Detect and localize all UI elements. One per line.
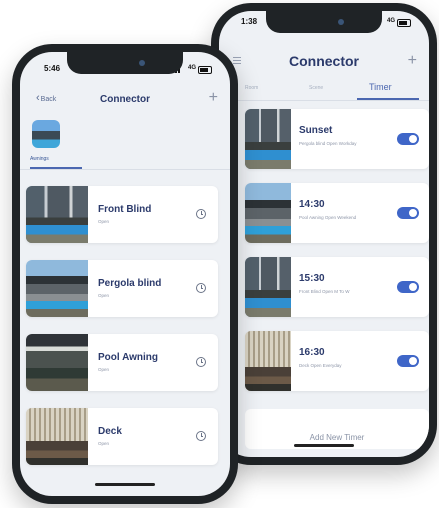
awnings-category-icon[interactable] [32,120,60,148]
timer-card[interactable]: Sunset Pergola blind Open Workday [245,109,429,169]
tab-room[interactable]: Room [245,85,258,91]
home-indicator[interactable] [294,444,354,447]
tab-scene[interactable]: Scene [309,85,323,91]
timer-toggle[interactable] [397,355,419,367]
network-label: 4G [386,18,395,24]
timer-card[interactable]: 14:30 Pool Awning Open Weekend [245,183,429,243]
timer-subtitle: Pool Awning Open Weekend [299,215,357,220]
clock-icon[interactable] [196,431,206,441]
status-time: 1:38 [241,17,258,26]
tab-bar: Room Scene Timer [219,81,429,101]
timer-thumbnail [245,331,291,391]
device-thumbnail [26,186,88,243]
timer-title: Sunset [299,125,333,136]
add-new-timer-button[interactable]: Add New Timer [245,409,429,449]
deck-floor [245,367,291,391]
tab-timer[interactable]: Timer [369,82,392,92]
device-status: Open [98,293,110,298]
timer-thumbnail [245,183,291,243]
device-name: Pergola blind [98,278,162,289]
device-thumbnail [26,260,88,317]
front-phone-screen: 5:46 4G ‹Back Connector + Awnings Front … [20,52,230,496]
device-name: Pool Awning [98,352,158,363]
timer-toggle[interactable] [397,281,419,293]
timer-thumbnail [245,109,291,169]
category-divider [20,169,230,170]
home-indicator[interactable] [95,483,155,486]
camera-icon [139,60,145,66]
page-title: Connector [289,53,359,69]
timer-title: 15:30 [299,273,325,284]
add-new-timer-label: Add New Timer [309,433,365,442]
device-card[interactable]: Pergola blind Open [26,260,218,317]
device-status: Open [98,441,110,446]
clock-icon[interactable] [196,283,206,293]
device-name: Deck [98,426,122,437]
device-name: Front Blind [98,204,152,215]
plus-icon[interactable]: + [408,53,417,69]
clock-icon[interactable] [196,209,206,219]
front-navbar: ‹Back Connector + [20,88,230,110]
camera-icon [338,19,344,25]
timer-subtitle: Front Blind Open M To W [299,289,350,294]
front-notch [67,52,183,74]
timer-title: 14:30 [299,199,325,210]
device-status: Open [98,367,110,372]
device-card[interactable]: Front Blind Open [26,186,218,243]
device-card[interactable]: Pool Awning Open [26,334,218,391]
device-card[interactable]: Deck Open [26,408,218,465]
tab-divider [219,100,429,101]
plus-icon[interactable]: + [209,90,218,106]
front-phone: 5:46 4G ‹Back Connector + Awnings Front … [12,44,238,504]
deck-floor [26,441,88,465]
timer-subtitle: Pergola blind Open Workday [299,141,357,146]
device-thumbnail [26,408,88,465]
status-time: 5:46 [44,64,61,73]
timer-subtitle: Deck Open Everyday [299,363,342,368]
device-status: Open [98,219,110,224]
timer-thumbnail [245,257,291,317]
back-phone-screen: 1:38 4G Connector + Room Scene Timer Sun… [219,11,429,457]
timer-toggle[interactable] [397,133,419,145]
category-label[interactable]: Awnings [30,156,49,162]
timer-title: 16:30 [299,347,325,358]
device-thumbnail [26,334,88,391]
network-label: 4G [187,65,196,71]
back-notch [266,11,382,33]
timer-card[interactable]: 15:30 Front Blind Open M To W [245,257,429,317]
timer-toggle[interactable] [397,207,419,219]
clock-icon[interactable] [196,357,206,367]
battery-icon [397,19,411,27]
page-title: Connector [100,94,150,105]
back-phone: 1:38 4G Connector + Room Scene Timer Sun… [211,3,437,465]
battery-icon [198,66,212,74]
timer-card[interactable]: 16:30 Deck Open Everyday [245,331,429,391]
